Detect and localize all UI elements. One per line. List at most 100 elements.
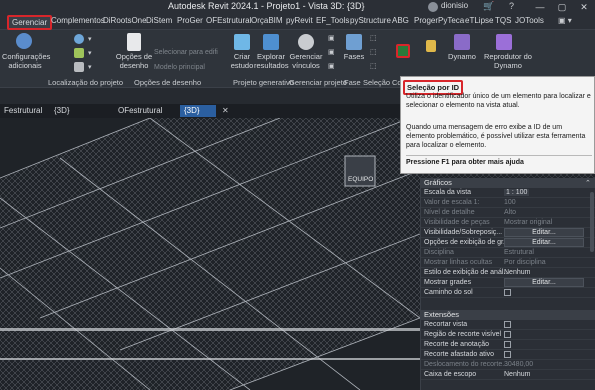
tab-proger[interactable]: ProGer — [177, 16, 203, 25]
tab-abg[interactable]: ABG — [392, 16, 409, 25]
edit-button[interactable]: Editar... — [504, 228, 584, 237]
prop-name: Deslocamento do recorte... — [424, 361, 509, 368]
prop-row: Caminho do sol — [421, 288, 595, 298]
tab-ef-tools[interactable]: EF_Tools — [316, 16, 349, 25]
3d-viewport[interactable]: EQUIPO — [0, 118, 420, 390]
edit-button[interactable]: Editar... — [504, 278, 584, 287]
warnings-icon[interactable] — [426, 40, 436, 52]
select-by-id-icon[interactable] — [396, 44, 410, 58]
tab-gerenciar[interactable]: Gerenciar — [7, 15, 53, 30]
dropdown-arrow-icon[interactable]: ▾ — [88, 35, 92, 43]
fases-button[interactable]: Fases — [340, 52, 368, 61]
prop-row: Nível de detalhe Alto — [421, 208, 595, 218]
explorar-resultados-button[interactable]: Explorar resultados — [254, 52, 289, 70]
prop-name: Opções de exibição de gr... — [424, 239, 509, 246]
tooltip-selecao-por-id: Seleção por ID Utiliza o identificador ú… — [400, 76, 595, 174]
help-icon[interactable]: ? — [509, 1, 514, 11]
prop-value[interactable]: Nenhum — [504, 371, 530, 378]
location-icon[interactable] — [74, 34, 84, 44]
section-graficos[interactable]: Gráficos — [421, 178, 595, 188]
minimize-button[interactable]: — — [530, 0, 550, 14]
tab-dirootsone[interactable]: DiRootsOne — [103, 16, 147, 25]
tab-etlipse[interactable]: eTLipse — [465, 16, 493, 25]
selection-tool-icon[interactable]: ⬚ — [370, 62, 377, 70]
tab-pystructure[interactable]: pyStructure — [350, 16, 391, 25]
tab-ofestrutural[interactable]: OFEstrutural — [206, 16, 251, 25]
coordinates-icon[interactable] — [74, 48, 84, 58]
tab-progerpyteca[interactable]: ProgerPyTeca — [414, 16, 464, 25]
prop-value[interactable]: 1 : 100 — [504, 189, 530, 196]
prop-row: Visibilidade/Sobreposiç... Editar... — [421, 228, 595, 238]
far-clip-checkbox[interactable] — [504, 351, 511, 358]
close-button[interactable]: ✕ — [574, 0, 594, 14]
prop-row: Região de recorte visível — [421, 330, 595, 340]
tooltip-details: Quando uma mensagem de erro exibe a ID d… — [406, 124, 586, 149]
tab-pyrevit[interactable]: pyRevit — [286, 16, 313, 25]
opcoes-desenho-button[interactable]: Opções de desenho — [113, 52, 155, 70]
selection-tool-icon[interactable]: ⬚ — [370, 34, 377, 42]
doc-tab-3d[interactable]: {3D} — [50, 105, 74, 117]
crop-region-visible-checkbox[interactable] — [504, 331, 511, 338]
user-avatar-icon[interactable] — [428, 2, 438, 12]
dynamo-button[interactable]: Dynamo — [442, 52, 482, 61]
tab-orcabim[interactable]: OrçaBIM — [251, 16, 283, 25]
small-tool-icon[interactable]: ▣ — [328, 62, 335, 70]
sun-path-checkbox[interactable] — [504, 289, 511, 296]
tab-tqs[interactable]: TQS — [495, 16, 511, 25]
ribbon-dropdown-strip — [0, 88, 400, 104]
collapse-icon[interactable]: ⌃ — [585, 179, 591, 187]
tab-jotools[interactable]: JOTools — [515, 16, 544, 25]
reprodutor-dynamo-button[interactable]: Reprodutor do Dynamo — [478, 52, 538, 70]
panel-label-gerenciar-projeto: Gerenciar projeto — [289, 78, 347, 87]
prop-name: Mostrar grades — [424, 279, 472, 286]
prop-name: Visibilidade/Sobreposiç... — [424, 229, 503, 236]
prop-name: Recortar vista — [424, 321, 468, 328]
prop-row: Mostrar grades Editar... — [421, 278, 595, 288]
edit-button[interactable]: Editar... — [504, 238, 584, 247]
user-name[interactable]: dionisio — [441, 1, 468, 10]
prop-name: Disciplina — [424, 249, 454, 256]
section-extensoes[interactable]: Extensões — [421, 310, 595, 320]
cart-icon[interactable]: 🛒 — [483, 1, 494, 12]
prop-name: Valor de escala 1: — [424, 199, 480, 206]
create-study-icon[interactable] — [234, 34, 250, 50]
doc-tab-3d-active[interactable]: {3D} — [180, 105, 216, 117]
prop-row: Estilo de exibição de anál... Nenhum — [421, 268, 595, 278]
properties-scrollbar[interactable] — [590, 192, 594, 252]
dropdown-arrow-icon[interactable]: ▾ — [88, 49, 92, 57]
annotation-crop-checkbox[interactable] — [504, 341, 511, 348]
tab-complementos[interactable]: Complementos — [51, 16, 105, 25]
explore-results-icon[interactable] — [263, 34, 279, 50]
selecionar-edificio-option: Selecionar para edifi — [154, 49, 218, 56]
prop-value[interactable]: Nenhum — [504, 269, 530, 276]
panel-label-opcoes: Opções de desenho — [134, 78, 202, 87]
gerenciar-vinculos-button[interactable]: Gerenciar vínculos — [289, 52, 323, 70]
dropdown-arrow-icon[interactable]: ▾ — [88, 63, 92, 71]
criar-estudo-button[interactable]: Criar estudo — [228, 52, 256, 70]
dynamo-icon[interactable] — [454, 34, 470, 50]
link-icon[interactable] — [298, 34, 314, 50]
phases-icon[interactable] — [346, 34, 362, 50]
equipment-label: EQUIPO — [348, 176, 374, 183]
tab-distem[interactable]: DiStem — [146, 16, 172, 25]
prop-name: Visibilidade de peças — [424, 219, 490, 226]
config-adicionais-button[interactable]: Configurações adicionais — [2, 52, 50, 70]
close-tab-icon[interactable]: ✕ — [218, 105, 233, 117]
selection-tool-icon[interactable]: ⬚ — [370, 48, 377, 56]
tooltip-divider — [406, 155, 592, 156]
doc-tab-ofestrutural[interactable]: OFestrutural — [114, 105, 166, 117]
position-icon[interactable] — [74, 62, 84, 72]
dynamo-player-icon[interactable] — [496, 34, 512, 50]
small-tool-icon[interactable]: ▣ — [328, 34, 335, 42]
prop-row: Visibilidade de peças Mostrar original — [421, 218, 595, 228]
doc-tab-festrutural[interactable]: Festrutural — [0, 105, 46, 117]
crop-view-checkbox[interactable] — [504, 321, 511, 328]
prop-name: Recorte afastado ativo — [424, 351, 495, 358]
small-tool-icon[interactable]: ▣ — [328, 48, 335, 56]
prop-row: Escala da vista 1 : 100 — [421, 188, 595, 198]
gear-icon[interactable] — [16, 33, 32, 49]
prop-row: Recortar vista — [421, 320, 595, 330]
design-options-icon[interactable] — [127, 33, 141, 51]
maximize-button[interactable]: ▢ — [552, 0, 572, 14]
ribbon-toggle-icon[interactable]: ▣ ▾ — [558, 16, 572, 25]
